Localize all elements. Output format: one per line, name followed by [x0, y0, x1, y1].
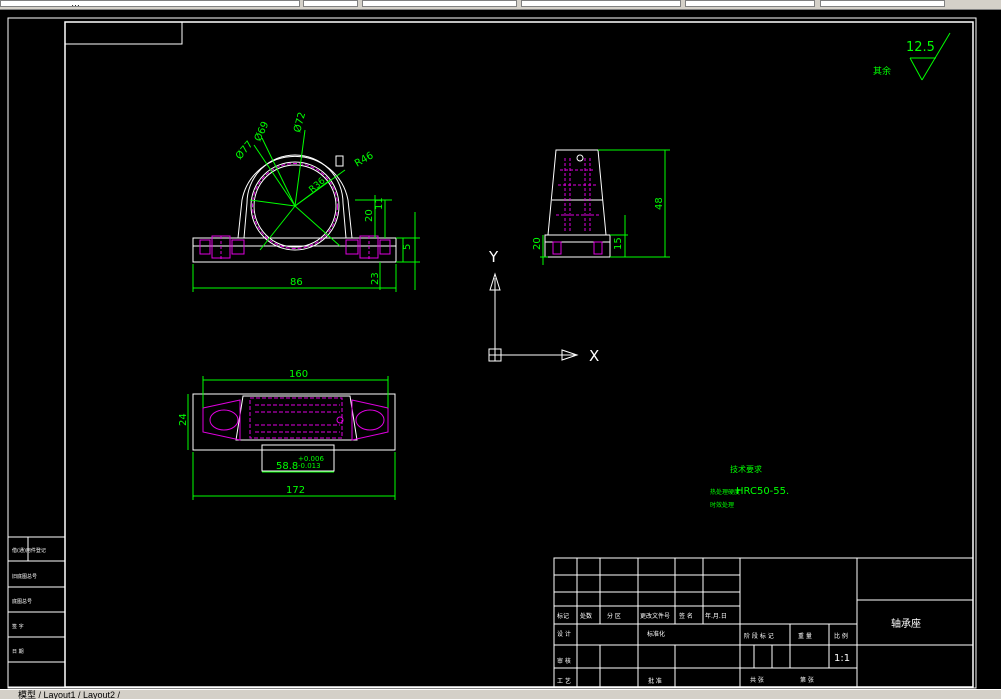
notes-line2: 时效处理 [710, 501, 734, 509]
left-strip: 借(通)用件登记 旧底图总号 底图总号 签 字 日 期 [7, 536, 66, 688]
toolbar-combo-3[interactable] [521, 0, 681, 7]
dim-20b: 20 [532, 237, 543, 250]
dim-172: 172 [286, 485, 305, 496]
tb-label-count: 处数 [580, 612, 592, 620]
cad-drawing: 12.5 其余 Ø77 Ø69 Ø72 R46 R36 20 11 5 23 8… [7, 17, 977, 689]
toolbar-combo-4[interactable] [685, 0, 815, 7]
ucs-y-label: Y [488, 248, 499, 266]
tb-label-stage-mark: 阶 段 标 记 [744, 632, 774, 640]
dim-48: 48 [654, 197, 665, 210]
notes-line1-value: HRC50-55. [736, 486, 789, 497]
dim-15: 15 [613, 237, 624, 250]
toolbar-combo-5[interactable] [820, 0, 945, 7]
dim-160: 160 [289, 369, 308, 380]
left-strip-row-1: 旧底图总号 [12, 573, 37, 580]
roughness-note: 其余 [873, 65, 891, 77]
title-block-text: 标记 处数 分 区 更改文件号 签 名 年.月.日 设 计 标准化 审 核 工 … [557, 612, 921, 685]
top-view: 160 24 172 58.8 +0.006 -0.013 [178, 369, 396, 500]
dim-23: 23 [370, 272, 381, 285]
dim-86: 86 [290, 277, 303, 288]
code-box [64, 21, 183, 45]
toolbar-icon-group[interactable] [303, 0, 358, 7]
tb-label-mark: 标记 [557, 612, 569, 620]
dim-24: 24 [178, 413, 189, 426]
ucs-x-label: X [589, 347, 599, 365]
dim-phi69: Ø69 [252, 120, 272, 144]
tb-label-date: 年.月.日 [705, 612, 727, 620]
side-view: 48 20 15 [532, 149, 670, 265]
dim-r46: R46 [353, 150, 376, 169]
tb-label-sheets-total: 共 张 [750, 676, 764, 684]
tb-label-process: 工 艺 [557, 677, 571, 685]
dim-phi72: Ø72 [291, 111, 308, 134]
toolbar-combo-1-text: … [71, 0, 80, 8]
left-strip-row-3: 签 字 [12, 623, 24, 630]
tb-scale: 1:1 [834, 653, 850, 664]
roughness-value: 12.5 [906, 40, 935, 55]
tb-label-approve: 批 准 [648, 677, 662, 685]
toolbar-combo-2[interactable] [362, 0, 517, 7]
dim-11: 11 [374, 197, 385, 210]
dim-58: 58.8 [276, 461, 298, 472]
toolbar-combo-1[interactable]: … [0, 0, 300, 8]
tb-label-sheet-no: 第 张 [800, 676, 814, 684]
tb-label-sign: 签 名 [679, 612, 693, 620]
roughness-symbol: 12.5 其余 [873, 32, 951, 81]
dim-58-tol-lower: -0.013 [298, 462, 321, 470]
tb-label-weight: 重 量 [798, 632, 812, 640]
dim-phi77: Ø77 [233, 138, 255, 162]
tb-label-standardize: 标准化 [647, 630, 665, 638]
left-strip-row-4: 日 期 [12, 649, 24, 655]
front-view: Ø77 Ø69 Ø72 R46 R36 20 11 5 23 86 [192, 111, 420, 292]
tb-label-review: 审 核 [557, 657, 571, 665]
outer-border [7, 17, 977, 689]
left-strip-row-2: 底图总号 [12, 598, 32, 605]
left-strip-row-0: 借(通)用件登记 [12, 547, 46, 554]
tb-part-name: 轴承座 [891, 617, 921, 630]
dim-r36: R36 [308, 176, 328, 195]
drawing-canvas[interactable]: 12.5 其余 Ø77 Ø69 Ø72 R46 R36 20 11 5 23 8… [0, 9, 1001, 689]
dim-5: 5 [402, 244, 413, 250]
tb-label-design: 设 计 [557, 630, 571, 638]
ucs-icon: Y X [488, 248, 599, 365]
tb-label-zone: 分 区 [607, 612, 621, 620]
technical-notes: 技术要求 热处理硬度 HRC50-55. 时效处理 [710, 464, 789, 509]
dim-20: 20 [364, 209, 375, 222]
tb-label-ratio: 比 例 [834, 632, 848, 640]
tb-label-change-doc: 更改文件号 [640, 612, 670, 620]
notes-title: 技术要求 [730, 464, 762, 474]
